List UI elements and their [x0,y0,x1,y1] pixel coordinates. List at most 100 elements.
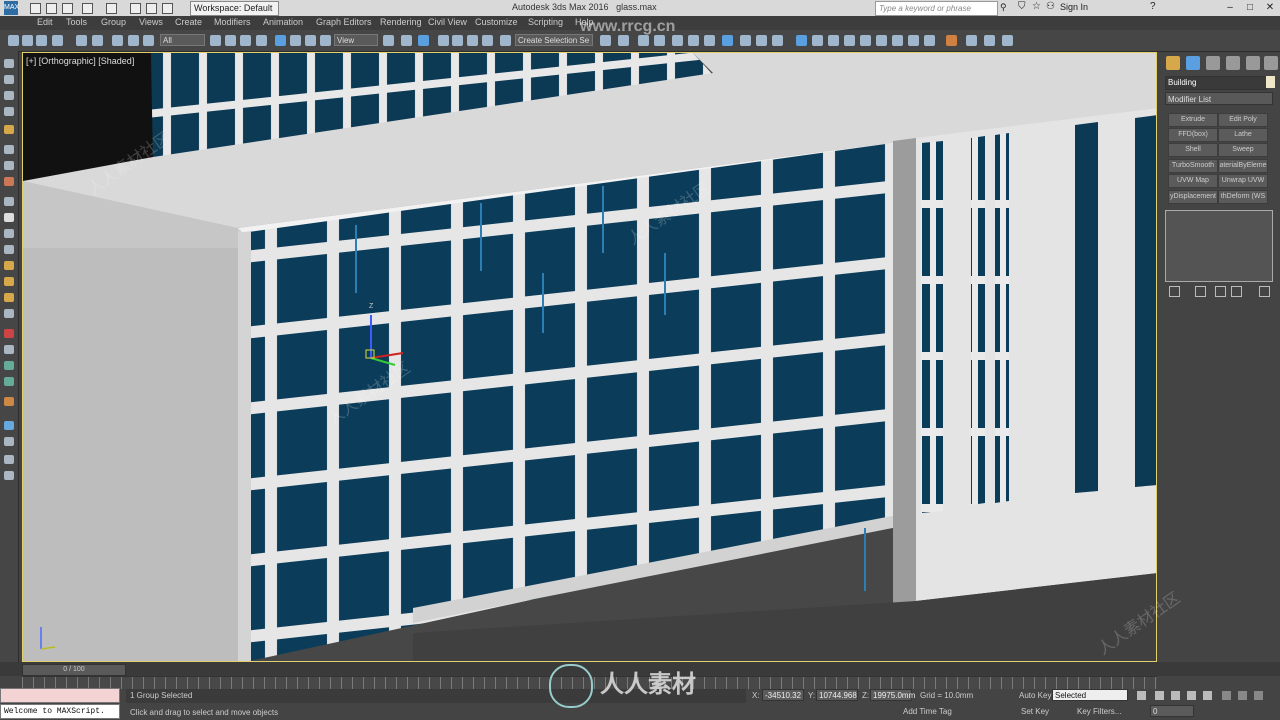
search-input[interactable]: Type a keyword or phrase [875,1,998,16]
select-scale-icon[interactable] [305,35,316,46]
configure-modifier-sets-icon[interactable] [1259,286,1270,297]
menu-modifiers[interactable]: Modifiers [214,17,251,27]
modifier-button[interactable]: Lathe [1218,128,1268,142]
curve-editor-icon[interactable] [672,35,683,46]
utilities-tab-icon[interactable] [1264,56,1278,70]
helpers-icon[interactable] [4,361,14,370]
redo-icon[interactable] [106,3,117,14]
box-icon[interactable] [4,161,14,170]
render-production-icon[interactable] [756,35,767,46]
hierarchy-tab-icon[interactable] [1206,56,1220,70]
unchain-icon[interactable] [128,35,139,46]
key-filters-button[interactable]: Key Filters... [1077,707,1121,716]
select-rotate-icon[interactable] [290,35,301,46]
reaction-manager-icon[interactable] [984,35,995,46]
modifier-button[interactable]: FFD(box) [1168,128,1218,142]
populate-icon[interactable] [860,35,871,46]
motion-icon[interactable] [4,107,14,116]
zoom-icon[interactable] [1222,691,1231,700]
patch-icon[interactable] [4,455,14,464]
show-end-result-icon[interactable] [1195,286,1206,297]
maxscript-mini-listener-output[interactable]: Welcome to MAXScript. [0,704,120,719]
material-editor-icon[interactable] [704,35,715,46]
selection-ribbon-icon[interactable] [828,35,839,46]
previous-frame-icon[interactable] [1155,691,1164,700]
cone-icon[interactable] [4,177,14,186]
select-object-icon[interactable] [210,35,221,46]
add-time-tag[interactable]: Add Time Tag [903,707,952,716]
z-coordinate-input[interactable]: 19975.0mm [870,689,915,701]
state-sets-icon[interactable] [908,35,919,46]
modeling-ribbon-icon[interactable] [796,35,807,46]
object-color-swatch[interactable] [1266,76,1275,88]
pin-stack-icon[interactable] [1169,286,1180,297]
modifier-button[interactable]: thDeform (WS [1218,190,1268,204]
systems-icon[interactable] [4,397,14,406]
hierarchy-icon[interactable] [4,91,14,100]
modifier-button[interactable]: Unwrap UVW [1218,174,1268,188]
render-iterative-icon[interactable] [772,35,783,46]
display-tab-icon[interactable] [1246,56,1260,70]
extra-toolbar-icon[interactable] [1002,35,1013,46]
menu-tools[interactable]: Tools [66,17,87,27]
menu-rendering[interactable]: Rendering [380,17,422,27]
particle-icon[interactable] [4,421,14,430]
selection-filter-dropdown[interactable]: All [160,34,205,46]
edit-named-selection-icon[interactable] [500,35,511,46]
subscription-icon[interactable]: ⛉ [1018,1,1026,12]
favorites-star-icon[interactable]: ☆ [1032,1,1041,12]
keyboard-shortcut-icon[interactable] [418,35,429,46]
new-file-icon[interactable] [30,3,41,14]
torus-icon[interactable] [4,261,14,270]
create-icon[interactable] [4,59,14,68]
scene-explorer-icon[interactable] [892,35,903,46]
modifier-button[interactable]: Sweep [1218,143,1268,157]
help-icon[interactable]: ? [1150,1,1156,12]
tube-icon[interactable] [4,245,14,254]
menu-animation[interactable]: Animation [263,17,303,27]
motion-tab-icon[interactable] [1226,56,1240,70]
undo-icon[interactable] [8,35,19,46]
bind-space-warp-icon[interactable] [76,35,87,46]
sphere-icon[interactable] [4,197,14,206]
key-mode-dropdown[interactable]: Selected [1052,689,1128,701]
cylinder-icon[interactable] [4,229,14,238]
zoom-extents-icon[interactable] [1254,691,1263,700]
sign-in-link[interactable]: Sign In [1060,2,1088,12]
remove-modifier-icon[interactable] [1231,286,1242,297]
mirror-icon[interactable] [600,35,611,46]
select-by-name-icon[interactable] [225,35,236,46]
place-icon[interactable] [320,35,331,46]
align-icon[interactable] [618,35,629,46]
object-name-field[interactable]: Building [1165,76,1267,90]
modifier-stack[interactable] [1165,210,1273,282]
modify-tab-icon[interactable] [1186,56,1200,70]
make-unique-icon[interactable] [1215,286,1226,297]
graphite-tools-icon[interactable] [876,35,887,46]
percent-snap-icon[interactable] [467,35,478,46]
viewport-label[interactable]: [+] [Orthographic] [Shaded] [26,56,134,66]
container-icon[interactable] [924,35,935,46]
set-key-button[interactable]: Set Key [1021,707,1049,716]
time-slider[interactable]: 0 / 100 [22,664,126,676]
rendered-frame-window-icon[interactable] [740,35,751,46]
go-to-end-icon[interactable] [1203,691,1212,700]
object-paint-icon[interactable] [844,35,855,46]
freeform-icon[interactable] [812,35,823,46]
y-coordinate-input[interactable]: 10744.968 [816,689,858,701]
menu-edit[interactable]: Edit [37,17,53,27]
select-manipulate-icon[interactable] [401,35,412,46]
chain-icon[interactable] [112,35,123,46]
schematic-view-icon[interactable] [688,35,699,46]
plane-icon[interactable] [4,309,14,318]
auto-key-button[interactable]: Auto Key [1019,691,1051,700]
hold-icon[interactable] [162,3,173,14]
current-frame-input[interactable]: 0 [1150,705,1194,717]
menu-civil-view[interactable]: Civil View [428,17,467,27]
open-file-icon[interactable] [46,3,57,14]
toggle-ribbon-icon[interactable] [654,35,665,46]
link-icon[interactable] [92,35,103,46]
undo-icon[interactable] [82,3,93,14]
next-frame-icon[interactable] [1187,691,1196,700]
select-link-icon[interactable] [36,35,47,46]
